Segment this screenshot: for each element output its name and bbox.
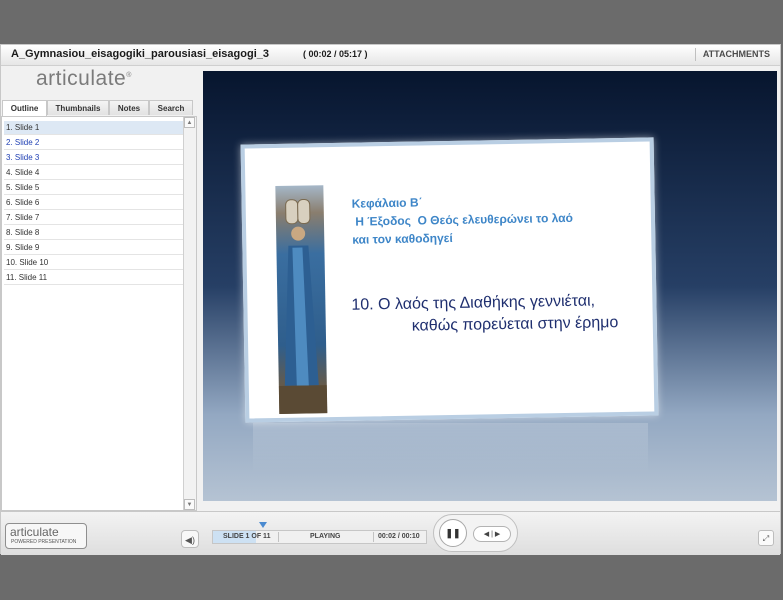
- outline-item-slide-7[interactable]: 7. Slide 7: [4, 211, 184, 225]
- outline-item-slide-9[interactable]: 9. Slide 9: [4, 241, 184, 255]
- tab-notes[interactable]: Notes: [109, 100, 149, 115]
- outline-item-slide-3[interactable]: 3. Slide 3: [4, 151, 184, 165]
- outline-item-slide-1[interactable]: 1. Slide 1: [4, 121, 184, 135]
- title-bar: A_Gymnasiou_eisagogiki_parousiasi_eisago…: [1, 45, 780, 66]
- badge-logo-text: articulate: [10, 525, 59, 539]
- tab-outline[interactable]: Outline: [2, 100, 47, 116]
- outline-item-slide-11[interactable]: 11. Slide 11: [4, 271, 184, 285]
- speaker-icon[interactable]: ◀): [181, 530, 199, 548]
- badge-subtitle: POWERED PRESENTATION: [11, 539, 77, 545]
- articulate-logo: articulate®: [36, 67, 132, 90]
- sidebar-tabs: Outline Thumbnails Notes Search: [1, 100, 197, 116]
- outline-panel: 1. Slide 1 2. Slide 2 3. Slide 3 4. Slid…: [1, 116, 197, 511]
- outline-item-slide-6[interactable]: 6. Slide 6: [4, 196, 184, 210]
- slide-heading: Κεφάλαιο Β΄ Η Έξοδος Ο Θεός ελευθερώνει …: [351, 190, 632, 249]
- playhead-marker[interactable]: [259, 522, 267, 528]
- outline-item-slide-10[interactable]: 10. Slide 10: [4, 256, 184, 270]
- playback-status: PLAYING: [310, 533, 341, 540]
- slide-stage: Κεφάλαιο Β΄ Η Έξοδος Ο Θεός ελευθερώνει …: [203, 71, 777, 501]
- slide-content-card: Κεφάλαιο Β΄ Η Έξοδος Ο Θεός ελευθερώνει …: [240, 137, 659, 423]
- slide-body-text: 10. Ο λαός της Διαθήκης γεννιέται, καθώς…: [351, 289, 652, 338]
- card-reflection: [253, 423, 648, 473]
- moses-illustration: [278, 199, 328, 414]
- tab-search[interactable]: Search: [149, 100, 193, 115]
- player-window: A_Gymnasiou_eisagogiki_parousiasi_eisago…: [0, 44, 781, 555]
- articulate-badge[interactable]: articulate POWERED PRESENTATION: [5, 523, 87, 549]
- presentation-title: A_Gymnasiou_eisagogiki_parousiasi_eisago…: [11, 48, 269, 60]
- tab-thumbnails[interactable]: Thumbnails: [47, 100, 109, 115]
- total-time: ( 00:02 / 05:17 ): [303, 49, 368, 59]
- divider: [373, 532, 374, 542]
- outline-item-slide-4[interactable]: 4. Slide 4: [4, 166, 184, 180]
- divider: [278, 532, 279, 542]
- outline-scrollbar[interactable]: ▲ ▼: [183, 117, 196, 510]
- scroll-up-icon[interactable]: ▲: [184, 117, 195, 128]
- outline-item-slide-5[interactable]: 5. Slide 5: [4, 181, 184, 195]
- outline-item-slide-2[interactable]: 2. Slide 2: [4, 136, 184, 150]
- divider: [695, 48, 696, 61]
- progress-bar[interactable]: SLIDE 1 OF 11 PLAYING 00:02 / 00:10: [212, 530, 427, 544]
- slide-indicator: SLIDE 1 OF 11: [223, 533, 271, 540]
- outline-item-slide-8[interactable]: 8. Slide 8: [4, 226, 184, 240]
- heading-line-3: και τον καθοδηγεί: [352, 230, 453, 247]
- prev-next-icon[interactable]: ◀ | ▶: [473, 526, 511, 542]
- logo-text: articulate: [36, 67, 127, 90]
- slide-time: 00:02 / 00:10: [378, 533, 420, 540]
- fullscreen-icon[interactable]: ⤢: [758, 530, 774, 546]
- pause-icon[interactable]: ❚❚: [439, 519, 467, 547]
- attachments-button[interactable]: ATTACHMENTS: [703, 49, 770, 59]
- moses-tablets-image: [275, 185, 328, 414]
- scroll-down-icon[interactable]: ▼: [184, 499, 195, 510]
